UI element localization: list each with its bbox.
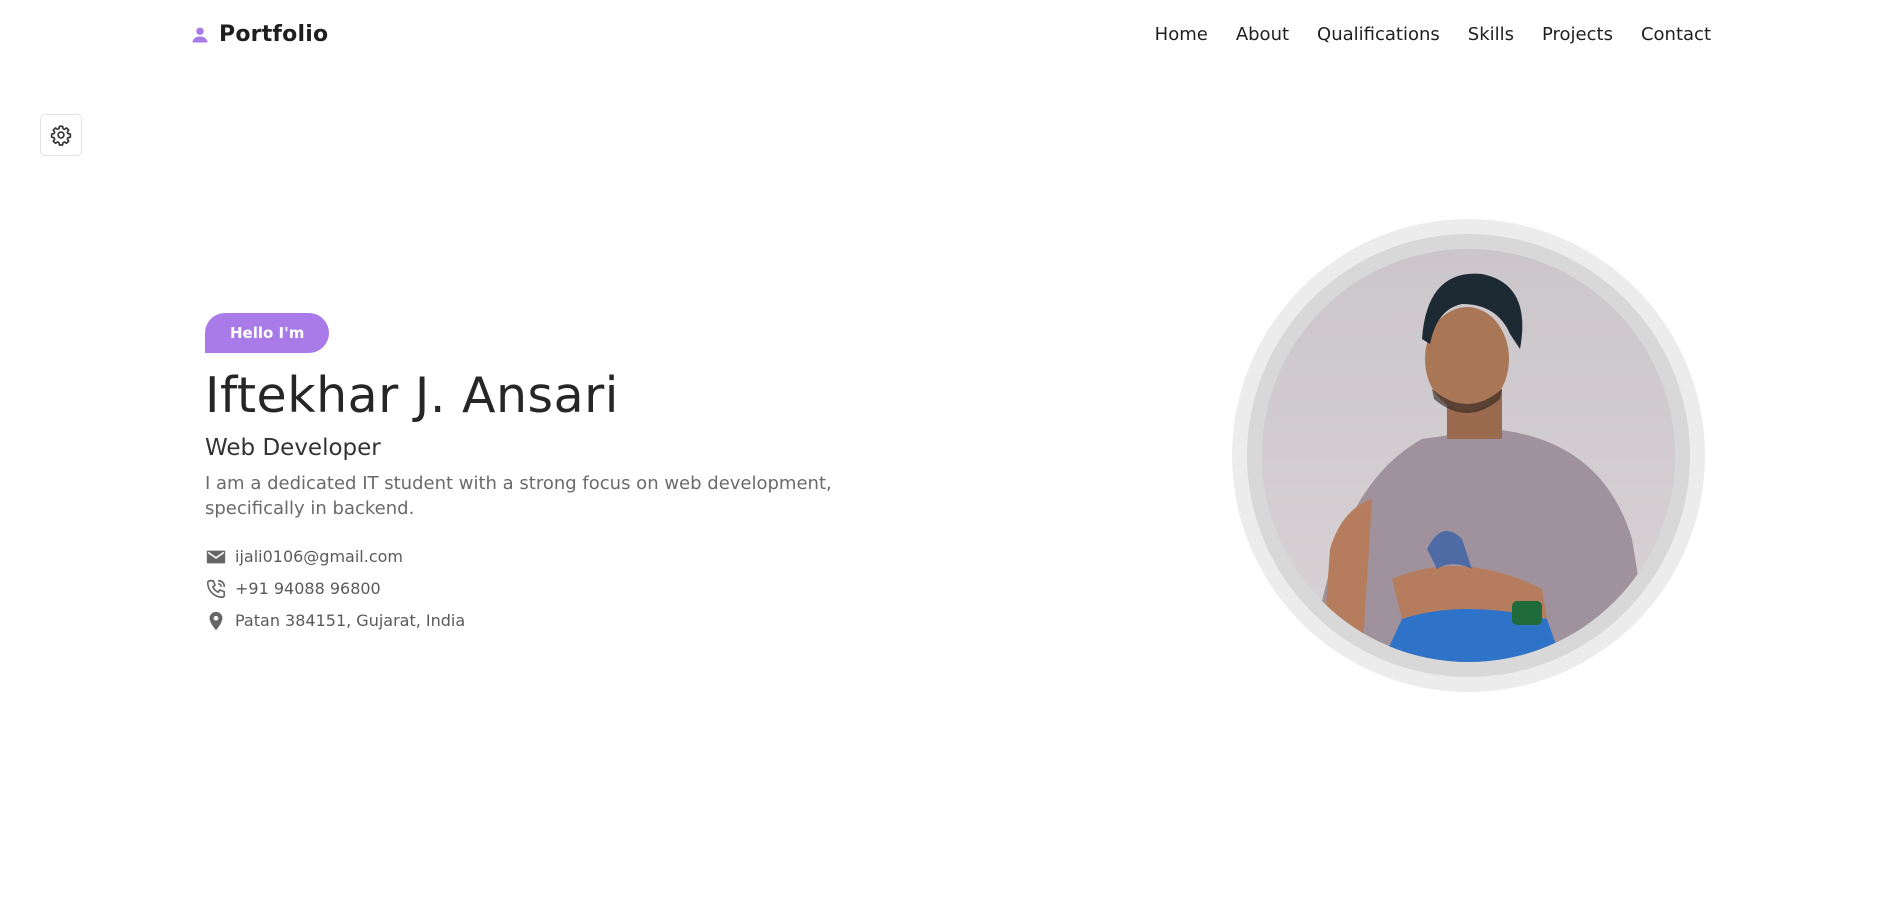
profile-photo-illustration: [1262, 249, 1675, 662]
hero-name: Iftekhar J. Ansari: [205, 367, 619, 424]
nav-link-skills[interactable]: Skills: [1468, 24, 1514, 45]
location-pin-icon: [209, 611, 223, 631]
mail-icon: [206, 550, 226, 564]
contact-location: Patan 384151, Gujarat, India: [205, 605, 965, 637]
contact-email-text: ijali0106@gmail.com: [235, 547, 403, 567]
contact-location-text: Patan 384151, Gujarat, India: [235, 611, 466, 631]
hero-bio: I am a dedicated IT student with a stron…: [205, 472, 832, 519]
contact-phone-text: +91 94088 96800: [235, 579, 381, 599]
nav-link-home[interactable]: Home: [1155, 24, 1208, 45]
nav-link-qualifications[interactable]: Qualifications: [1317, 24, 1440, 45]
nav-link-contact[interactable]: Contact: [1641, 24, 1711, 45]
brand-link[interactable]: Portfolio: [191, 22, 328, 47]
profile-photo: [1262, 249, 1675, 662]
gear-icon: [50, 125, 72, 146]
person-icon: [192, 27, 208, 42]
hero-role: Web Developer: [205, 434, 381, 461]
profile-photo-ring: [1247, 234, 1690, 677]
brand-name: Portfolio: [219, 22, 329, 47]
profile-photo-frame: [1232, 219, 1705, 692]
phone-icon: [206, 579, 226, 598]
hero-section: Hello I'm Iftekhar J. Ansari Web Develop…: [205, 313, 965, 637]
contact-email: ijali0106@gmail.com: [205, 541, 965, 573]
nav-menu: Home About Qualifications Skills Project…: [1155, 24, 1711, 45]
settings-button[interactable]: [40, 114, 82, 156]
contact-list: ijali0106@gmail.com +91 94088 96800 Pata…: [205, 541, 965, 637]
contact-phone: +91 94088 96800: [205, 573, 965, 605]
greeting-badge: Hello I'm: [205, 313, 330, 353]
nav-link-projects[interactable]: Projects: [1542, 24, 1613, 45]
nav-link-about[interactable]: About: [1236, 24, 1289, 45]
navbar: Portfolio Home About Qualifications Skil…: [0, 0, 1887, 72]
